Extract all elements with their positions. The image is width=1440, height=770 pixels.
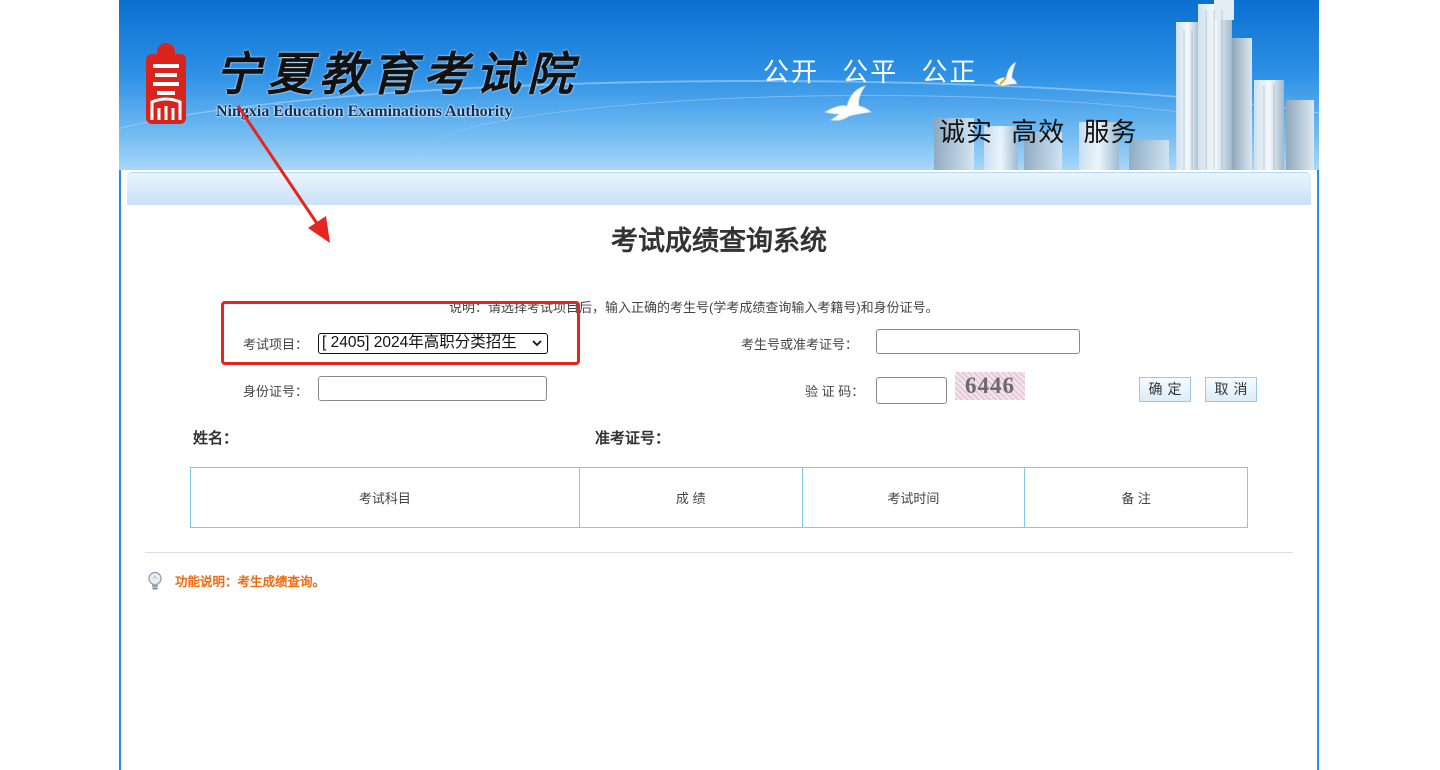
id-no-input[interactable] (318, 376, 547, 401)
captcha-image[interactable]: 6446 (955, 372, 1025, 400)
dove-icon (824, 85, 872, 121)
slogan-bottom: 诚实 高效 服务 (939, 117, 1138, 147)
candidate-no-input[interactable] (876, 329, 1080, 354)
table-header-row: 考试科目 成 绩 考试时间 备 注 (190, 467, 1248, 528)
ticket-no-label: 准考证号： (595, 430, 671, 447)
lightbulb-icon (148, 571, 162, 590)
col-score: 成 绩 (578, 467, 803, 528)
candidate-no-label: 考生号或准考证号： (741, 337, 859, 352)
confirm-button[interactable]: 确定 (1139, 377, 1191, 402)
captcha-input[interactable] (876, 377, 947, 404)
function-tip: 功能说明：考生成绩查询。 (175, 575, 326, 589)
col-subject: 考试科目 (190, 467, 580, 528)
col-remark: 备 注 (1024, 467, 1248, 528)
id-no-label: 身份证号： (243, 384, 309, 399)
captcha-label: 验 证 码： (805, 384, 865, 399)
score-table: 考试科目 成 绩 考试时间 备 注 (190, 467, 1248, 528)
annotation-arrow-icon (236, 105, 330, 243)
org-name-cn: 宁夏教育考试院 (215, 47, 579, 101)
cancel-button[interactable]: 取消 (1205, 377, 1257, 402)
name-label: 姓名： (193, 430, 239, 447)
seal-logo-icon (146, 43, 186, 124)
col-exam-time: 考试时间 (801, 467, 1026, 528)
section-divider (145, 552, 1293, 553)
annotation-highlight-box (221, 301, 580, 365)
